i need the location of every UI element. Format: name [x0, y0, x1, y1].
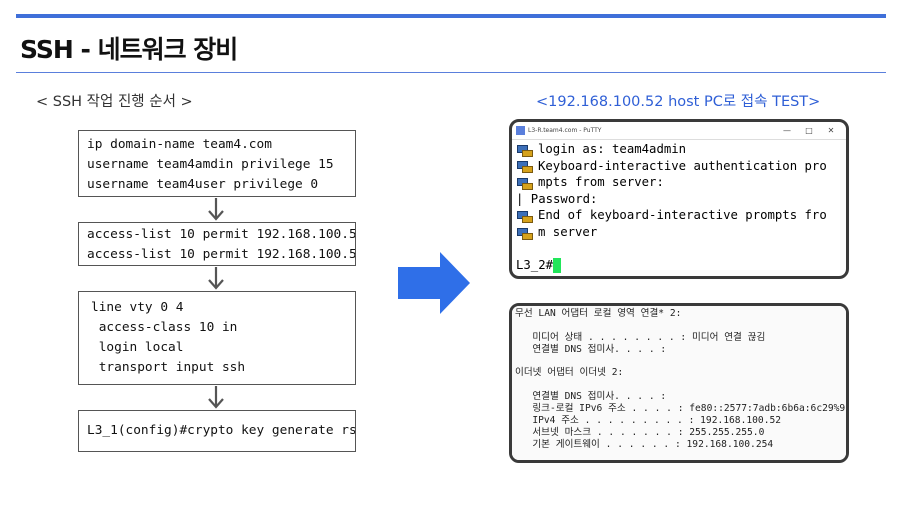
step-line: username team4user privilege 0 — [87, 177, 319, 192]
cmd-output-line — [515, 379, 843, 391]
cmd-output-line: 미디어 상태 . . . . . . . . : 미디어 연결 끊김 — [515, 331, 766, 343]
cmd-output-line: 서브넷 마스크 . . . . . . . : 255.255.255.0 — [515, 426, 765, 438]
terminal-cursor — [553, 257, 562, 273]
putty-computers-icon — [516, 209, 533, 224]
terminal-line-text: L3_2# — [516, 258, 554, 273]
terminal-line: | Password: — [516, 191, 842, 208]
cmd-output-line: 이더넷 어댑터 이더넷 2: — [515, 367, 624, 379]
putty-window-title: L3-R.team4.com - PuTTY — [528, 127, 602, 134]
title-divider — [16, 72, 886, 73]
step-line: line vty 0 4 — [91, 300, 184, 315]
putty-app-icon — [516, 126, 525, 135]
step-line: username team4amdin privilege 15 — [87, 157, 334, 172]
cmd-terminal-output[interactable]: 무선 LAN 어댑터 로컬 영역 연결* 2: 미디어 상태 . . . . .… — [512, 306, 846, 460]
putty-title-bar: L3-R.team4.com - PuTTY — □ ✕ — [512, 122, 846, 140]
terminal-line: login as: team4admin — [516, 141, 842, 158]
putty-computers-icon — [516, 176, 533, 190]
terminal-line: mpts from server: — [516, 174, 842, 191]
step-box-access-list: access-list 10 permit 192.168.100.51 acce… — [78, 222, 356, 266]
terminal-line: L3_2# — [516, 257, 842, 274]
terminal-line-text: m server — [538, 224, 598, 239]
putty-computers-icon — [516, 226, 533, 240]
maximize-button[interactable]: □ — [798, 126, 820, 135]
cmd-output-line — [515, 320, 843, 332]
close-button[interactable]: ✕ — [820, 126, 842, 135]
cmd-output-line — [515, 451, 843, 460]
terminal-line-text: mpts from server: — [538, 175, 664, 190]
down-arrow-icon — [208, 267, 224, 290]
step-line: access-list 10 permit 192.168.100.51 — [87, 227, 356, 242]
step-line: L3_1(config)#crypto key generate rsa — [87, 423, 356, 438]
cmd-output-line: 링크-로컬 IPv6 주소 . . . . : fe80::2577:7adb:… — [515, 403, 846, 415]
cmd-output-line: 무선 LAN 어댑터 로컬 영역 연결* 2: — [515, 308, 682, 319]
step-box-domain-users: ip domain-name team4.com username team4am… — [78, 130, 356, 197]
terminal-line: Keyboard-interactive authentication pro — [516, 158, 842, 175]
terminal-line-text: | Password: — [516, 191, 598, 206]
cmd-window: 무선 LAN 어댑터 로컬 영역 연결* 2: 미디어 상태 . . . . .… — [509, 303, 849, 463]
left-section-heading: < SSH 작업 진행 순서 > — [36, 94, 193, 110]
step-line: access-list 10 permit 192.168.100.52 — [87, 247, 356, 262]
putty-terminal[interactable]: login as: team4admin Keyboard-interactive… — [512, 140, 846, 275]
step-box-crypto-key: L3_1(config)#crypto key generate rsa — [78, 410, 356, 452]
cmd-output-line: 기본 게이트웨이 . . . . . . : 192.168.100.254 — [515, 438, 774, 450]
putty-window: L3-R.team4.com - PuTTY — □ ✕ login as: t… — [509, 119, 849, 279]
down-arrow-icon — [208, 198, 224, 221]
putty-computers-icon — [516, 143, 533, 157]
terminal-line: End of keyboard-interactive prompts fro — [516, 207, 842, 224]
step-line: ip domain-name team4.com — [87, 137, 272, 152]
terminal-line-text: End of keyboard-interactive prompts fro — [538, 208, 827, 223]
right-section-heading: <192.168.100.52 host PC로 접속 TEST> — [536, 94, 821, 110]
right-arrow-icon — [398, 252, 470, 314]
down-arrow-icon — [208, 386, 224, 409]
top-accent-bar — [16, 14, 886, 18]
step-line: login local — [91, 340, 184, 355]
step-line: access-class 10 in — [91, 320, 238, 335]
minimize-button[interactable]: — — [776, 126, 798, 135]
terminal-line-text: login as: team4admin — [538, 142, 687, 156]
terminal-line-text: Keyboard-interactive authentication pro — [538, 158, 827, 173]
putty-computers-icon — [516, 159, 533, 174]
step-box-line-vty: line vty 0 4 access-class 10 in login lo… — [78, 291, 356, 385]
step-line: transport input ssh — [91, 360, 246, 375]
cmd-output-line: IPv4 주소 . . . . . . . . . : 192.168.100.… — [515, 415, 782, 427]
terminal-line: m server — [516, 224, 842, 241]
cmd-output-line: 연결별 DNS 접미사. . . . : — [515, 343, 667, 355]
cmd-output-line — [515, 356, 843, 368]
cmd-output-line: 연결별 DNS 접미사. . . . : — [515, 391, 667, 403]
slide-title: SSH - 네트워크 장비 — [20, 35, 238, 64]
